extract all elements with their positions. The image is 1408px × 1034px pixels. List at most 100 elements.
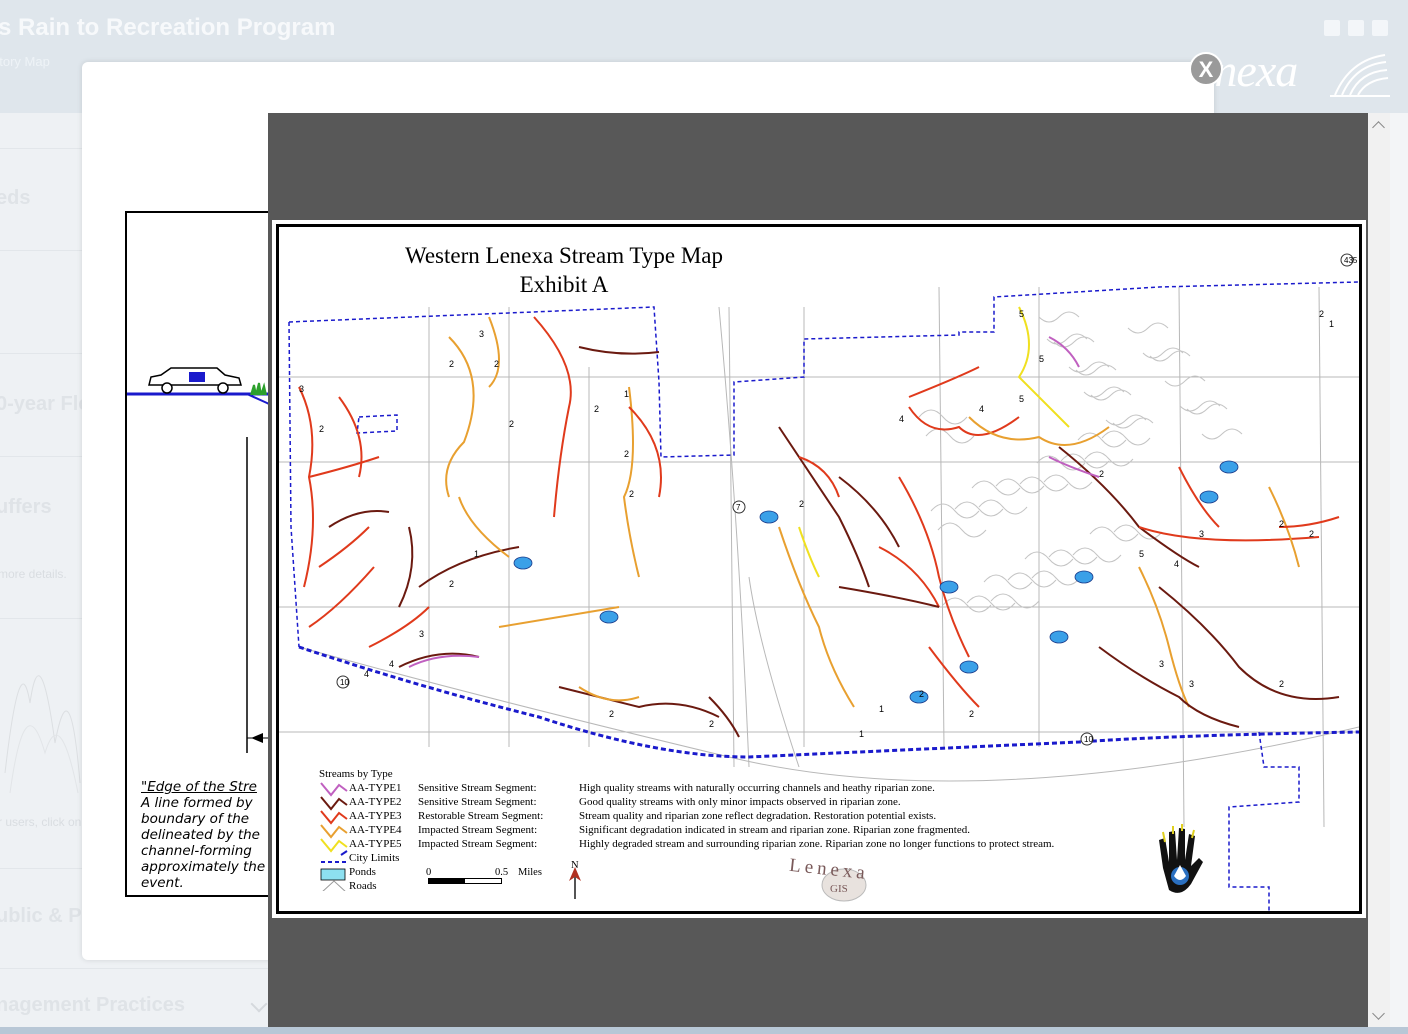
highway-marker-label: 7 <box>736 503 741 512</box>
street-line <box>1201 428 1243 440</box>
pond-shape <box>939 580 959 594</box>
segment-label: 2 <box>494 359 499 369</box>
scroll-down-icon[interactable] <box>1372 1007 1385 1020</box>
pond-shape <box>513 556 533 570</box>
segment-label: 2 <box>609 709 614 719</box>
stream-segment <box>298 386 314 588</box>
map-subtitle-line: Exhibit A <box>519 272 609 297</box>
street-line <box>937 522 987 538</box>
street-line <box>1072 547 1122 563</box>
segment-label: 5 <box>1139 549 1144 559</box>
highway-line <box>298 645 1359 759</box>
stream-segment <box>1278 516 1340 528</box>
twitter-icon[interactable] <box>1348 20 1364 36</box>
car-icon <box>148 367 242 394</box>
pond-shape <box>1074 570 1094 584</box>
street-line <box>1089 526 1139 542</box>
segment-label: 2 <box>709 719 714 729</box>
legend-type-description: High quality streams with naturally occu… <box>579 782 935 794</box>
stream-type-map: 3232221222123442224455525432233222112171… <box>276 224 1362 914</box>
segment-label: 4 <box>899 414 904 424</box>
city-limits-line <box>288 321 300 648</box>
users-click-text: r users, click on t <box>0 815 89 829</box>
stream-segment <box>1017 306 1070 428</box>
street-line <box>1053 336 1095 348</box>
street-line <box>1149 350 1191 362</box>
legend-swatch <box>320 824 348 839</box>
section-heading[interactable]: eds <box>0 187 30 210</box>
gis-logo-sub: GIS <box>830 883 848 895</box>
legend-type-category: Restorable Stream Segment: <box>418 810 544 822</box>
link-icon[interactable] <box>1372 20 1388 36</box>
section-heading[interactable]: uffers <box>0 496 52 519</box>
legend-city-limits: City Limits <box>349 852 400 864</box>
close-button[interactable]: X <box>1189 52 1223 86</box>
pond-shape <box>759 510 779 524</box>
schematic-note: "Edge of the Stre A line formed by bound… <box>141 779 273 891</box>
street-line <box>1112 417 1154 429</box>
legend-ponds: Ponds <box>349 866 376 878</box>
segment-label: 1 <box>474 549 479 559</box>
segment-label: 2 <box>509 419 514 429</box>
road-line <box>1318 286 1325 828</box>
road-line <box>748 576 800 768</box>
segment-label: 3 <box>1189 679 1194 689</box>
street-line <box>1048 549 1098 565</box>
highway-marker-label: 10 <box>1084 735 1093 744</box>
legend-type-category: Impacted Stream Segment: <box>418 838 538 850</box>
street-line <box>1024 551 1074 567</box>
scale-start: 0 <box>426 867 432 878</box>
street-line <box>1142 347 1184 359</box>
street-line <box>925 428 975 444</box>
stream-segment <box>368 606 430 648</box>
segment-label: 2 <box>919 689 924 699</box>
city-limits-line <box>356 414 398 434</box>
segment-label: 2 <box>1319 309 1324 319</box>
road-line <box>938 286 945 748</box>
street-line <box>1090 389 1132 401</box>
legend-type-category: Impacted Stream Segment: <box>418 824 538 836</box>
stream-segment <box>708 696 740 738</box>
street-line <box>1075 364 1117 376</box>
lenexa-logo-mark-icon <box>1330 54 1390 97</box>
street-line <box>954 501 1004 517</box>
city-limits-line <box>1228 731 1300 911</box>
bottom-bar <box>0 1027 1408 1034</box>
segment-label: 4 <box>1174 559 1179 569</box>
legend-type-description: Stream quality and riparian zone reflect… <box>579 810 937 822</box>
segment-label: 5 <box>1019 309 1024 319</box>
segment-label: 2 <box>629 489 634 499</box>
schematic-drawing <box>127 367 273 753</box>
schematic-note-title: "Edge of the Stre <box>141 779 257 795</box>
legend-swatch <box>320 810 348 825</box>
page-scrollbar[interactable] <box>1390 113 1408 1027</box>
facebook-icon[interactable] <box>1324 20 1340 36</box>
pond-shape <box>1219 460 1239 474</box>
road-line <box>728 306 735 768</box>
schematic-note-line: event. <box>141 875 184 891</box>
scroll-up-icon[interactable] <box>1372 121 1385 134</box>
stream-segment <box>878 546 940 608</box>
segment-label: 2 <box>969 709 974 719</box>
segment-label: 2 <box>1279 679 1284 689</box>
city-limits-line <box>288 281 1359 458</box>
stream-program-hand-logo-icon <box>1159 824 1203 893</box>
section-heading[interactable]: ublic & P <box>0 905 82 928</box>
legend-type-label: AA-TYPE3 <box>349 810 402 822</box>
street-line <box>1083 386 1125 398</box>
segment-label: 1 <box>879 704 884 714</box>
highway-marker-label: 435 <box>1344 256 1358 265</box>
legend-symbols <box>320 782 348 891</box>
section-heading[interactable]: nagement Practices <box>0 994 185 1017</box>
street-line <box>1043 474 1093 490</box>
legend-type-label: AA-TYPE1 <box>349 782 402 794</box>
street-line <box>1068 361 1110 373</box>
stream-segment <box>838 586 940 608</box>
page-subtitle: atory Map <box>0 54 50 69</box>
section-heading[interactable]: 0-year Flo <box>0 393 90 416</box>
segment-label: 3 <box>479 329 484 339</box>
stream-segment <box>328 510 390 528</box>
schematic-note-line: channel-forming <box>141 843 252 859</box>
legend-swatch <box>320 796 348 811</box>
viewer-scrollbar[interactable] <box>1368 113 1390 1027</box>
